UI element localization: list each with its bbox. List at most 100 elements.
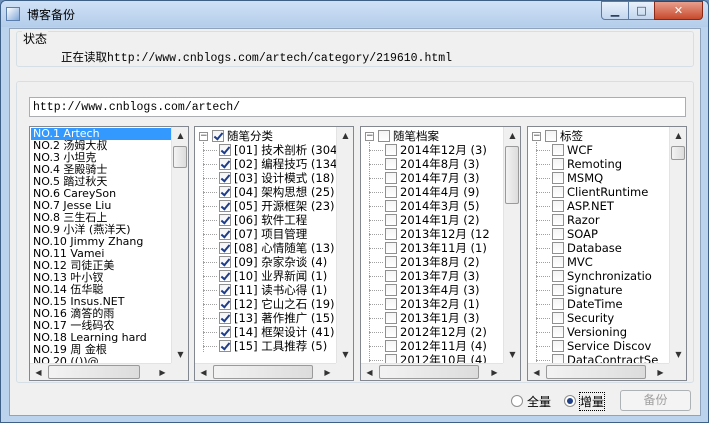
tags-tree-item[interactable]: Security	[530, 311, 669, 325]
archives-item-checkbox[interactable]	[385, 158, 397, 170]
backup-button[interactable]: 备份	[620, 390, 691, 411]
categories-tree-item[interactable]: [03] 设计模式 (18)	[197, 171, 336, 185]
archives-tree-item[interactable]: 2014年4月 (9)	[363, 185, 503, 199]
tags-item-checkbox[interactable]	[552, 144, 564, 156]
scroll-right-arrow-icon[interactable]: ▶	[652, 364, 669, 380]
archives-tree-item[interactable]: 2014年3月 (5)	[363, 199, 503, 213]
archives-item-checkbox[interactable]	[385, 284, 397, 296]
scroll-thumb[interactable]	[546, 365, 646, 379]
archives-tree-item[interactable]: 2013年1月 (3)	[363, 311, 503, 325]
close-button[interactable]: ✕	[654, 1, 703, 20]
scroll-right-arrow-icon[interactable]: ▶	[486, 364, 503, 380]
scroll-thumb[interactable]	[671, 146, 685, 160]
archives-tree-root[interactable]: − 随笔档案	[363, 129, 503, 143]
category-tree-vscrollbar[interactable]: ▲ ▼	[336, 127, 353, 363]
categories-item-checkbox[interactable]	[219, 242, 231, 254]
tags-tree-item[interactable]: ASP.NET	[530, 199, 669, 213]
title-bar[interactable]: 博客备份 ▁ □ ✕	[1, 1, 708, 27]
categories-tree-item[interactable]: [07] 项目管理	[197, 227, 336, 241]
categories-item-checkbox[interactable]	[219, 186, 231, 198]
categories-tree-item[interactable]: [14] 框架设计 (41)	[197, 325, 336, 339]
archives-item-checkbox[interactable]	[385, 326, 397, 338]
archive-tree[interactable]: − 随笔档案 2014年12月 (3) 2014年8月 (3) 2014年7月 (3) 2…	[360, 126, 521, 381]
tags-tree-item[interactable]: ClientRuntime	[530, 185, 669, 199]
scroll-right-arrow-icon[interactable]: ▶	[154, 364, 171, 380]
collapse-icon[interactable]: −	[365, 132, 374, 141]
archives-item-checkbox[interactable]	[385, 354, 397, 363]
archives-item-checkbox[interactable]	[385, 144, 397, 156]
archives-tree-item[interactable]: 2012年11月 (4)	[363, 339, 503, 353]
tags-tree-item[interactable]: Signature	[530, 283, 669, 297]
categories-tree-item[interactable]: [12] 它山之石 (19)	[197, 297, 336, 311]
categories-item-checkbox[interactable]	[219, 172, 231, 184]
archive-tree-hscrollbar[interactable]: ◀ ▶	[361, 363, 503, 380]
scroll-thumb[interactable]	[505, 146, 519, 204]
categories-item-checkbox[interactable]	[219, 200, 231, 212]
categories-tree-item[interactable]: [01] 技术剖析 (304	[197, 143, 336, 157]
tags-root-checkbox[interactable]	[545, 130, 557, 142]
tags-item-checkbox[interactable]	[552, 172, 564, 184]
categories-tree-item[interactable]: [10] 业界新闻 (1)	[197, 269, 336, 283]
archives-tree-item[interactable]: 2012年10月 (4)	[363, 353, 503, 363]
archives-item-checkbox[interactable]	[385, 312, 397, 324]
scroll-up-arrow-icon[interactable]: ▲	[670, 127, 686, 144]
archives-tree-item[interactable]: 2014年1月 (2)	[363, 213, 503, 227]
archives-item-checkbox[interactable]	[385, 228, 397, 240]
categories-item-checkbox[interactable]	[219, 298, 231, 310]
tag-tree-vscrollbar[interactable]: ▲ ▼	[669, 127, 686, 363]
categories-item-checkbox[interactable]	[219, 158, 231, 170]
user-list-item[interactable]: NO.20 (())@	[31, 356, 171, 364]
category-tree[interactable]: − 随笔分类 [01] 技术剖析 (304 [02] 编程技巧 (134 [03] 设计…	[194, 126, 354, 381]
archives-tree-item[interactable]: 2013年7月 (3)	[363, 269, 503, 283]
tags-tree-item[interactable]: Versioning	[530, 325, 669, 339]
tags-item-checkbox[interactable]	[552, 186, 564, 198]
user-list[interactable]: NO.1 Artech NO.2 汤姆大叔 NO.3 小坦克 NO.4 圣殿骑士 NO.…	[29, 126, 189, 381]
categories-tree-item[interactable]: [06] 软件工程	[197, 213, 336, 227]
categories-item-checkbox[interactable]	[219, 214, 231, 226]
tags-item-checkbox[interactable]	[552, 228, 564, 240]
scroll-left-arrow-icon[interactable]: ◀	[30, 364, 47, 380]
tags-item-checkbox[interactable]	[552, 200, 564, 212]
tags-item-checkbox[interactable]	[552, 340, 564, 352]
tags-tree-item[interactable]: MSMQ	[530, 171, 669, 185]
minimize-button[interactable]: ▁	[601, 1, 629, 20]
archives-tree-item[interactable]: 2012年12月 (2)	[363, 325, 503, 339]
categories-item-checkbox[interactable]	[219, 256, 231, 268]
tags-item-checkbox[interactable]	[552, 284, 564, 296]
archives-item-checkbox[interactable]	[385, 256, 397, 268]
scroll-left-arrow-icon[interactable]: ◀	[195, 364, 212, 380]
archives-tree-item[interactable]: 2014年12月 (3)	[363, 143, 503, 157]
tags-item-checkbox[interactable]	[552, 312, 564, 324]
archives-item-checkbox[interactable]	[385, 340, 397, 352]
scroll-down-arrow-icon[interactable]: ▼	[504, 346, 520, 363]
archives-tree-item[interactable]: 2014年8月 (3)	[363, 157, 503, 171]
archives-tree-item[interactable]: 2013年4月 (3)	[363, 283, 503, 297]
archives-root-checkbox[interactable]	[378, 130, 390, 142]
scroll-up-arrow-icon[interactable]: ▲	[172, 127, 188, 144]
blog-url-input[interactable]	[29, 97, 686, 117]
tags-tree-item[interactable]: SOAP	[530, 227, 669, 241]
incremental-backup-radio[interactable]	[564, 395, 576, 407]
scroll-right-arrow-icon[interactable]: ▶	[319, 364, 336, 380]
tags-tree-item[interactable]: Synchronizatio	[530, 269, 669, 283]
archives-tree-item[interactable]: 2014年7月 (3)	[363, 171, 503, 185]
category-tree-hscrollbar[interactable]: ◀ ▶	[195, 363, 336, 380]
categories-tree-item[interactable]: [08] 心情随笔 (13)	[197, 241, 336, 255]
user-list-vscrollbar[interactable]: ▲ ▼	[171, 127, 188, 363]
archive-tree-vscrollbar[interactable]: ▲ ▼	[503, 127, 520, 363]
categories-tree-item[interactable]: [04] 架构思想 (25)	[197, 185, 336, 199]
archives-item-checkbox[interactable]	[385, 200, 397, 212]
categories-tree-item[interactable]: [09] 杂家杂谈 (4)	[197, 255, 336, 269]
categories-item-checkbox[interactable]	[219, 270, 231, 282]
scroll-up-arrow-icon[interactable]: ▲	[504, 127, 520, 144]
archives-item-checkbox[interactable]	[385, 172, 397, 184]
categories-item-checkbox[interactable]	[219, 326, 231, 338]
scroll-down-arrow-icon[interactable]: ▼	[337, 346, 353, 363]
archives-item-checkbox[interactable]	[385, 186, 397, 198]
tags-item-checkbox[interactable]	[552, 326, 564, 338]
tags-item-checkbox[interactable]	[552, 214, 564, 226]
archives-item-checkbox[interactable]	[385, 214, 397, 226]
archives-item-checkbox[interactable]	[385, 298, 397, 310]
collapse-icon[interactable]: −	[199, 132, 208, 141]
scroll-thumb[interactable]	[379, 365, 479, 379]
